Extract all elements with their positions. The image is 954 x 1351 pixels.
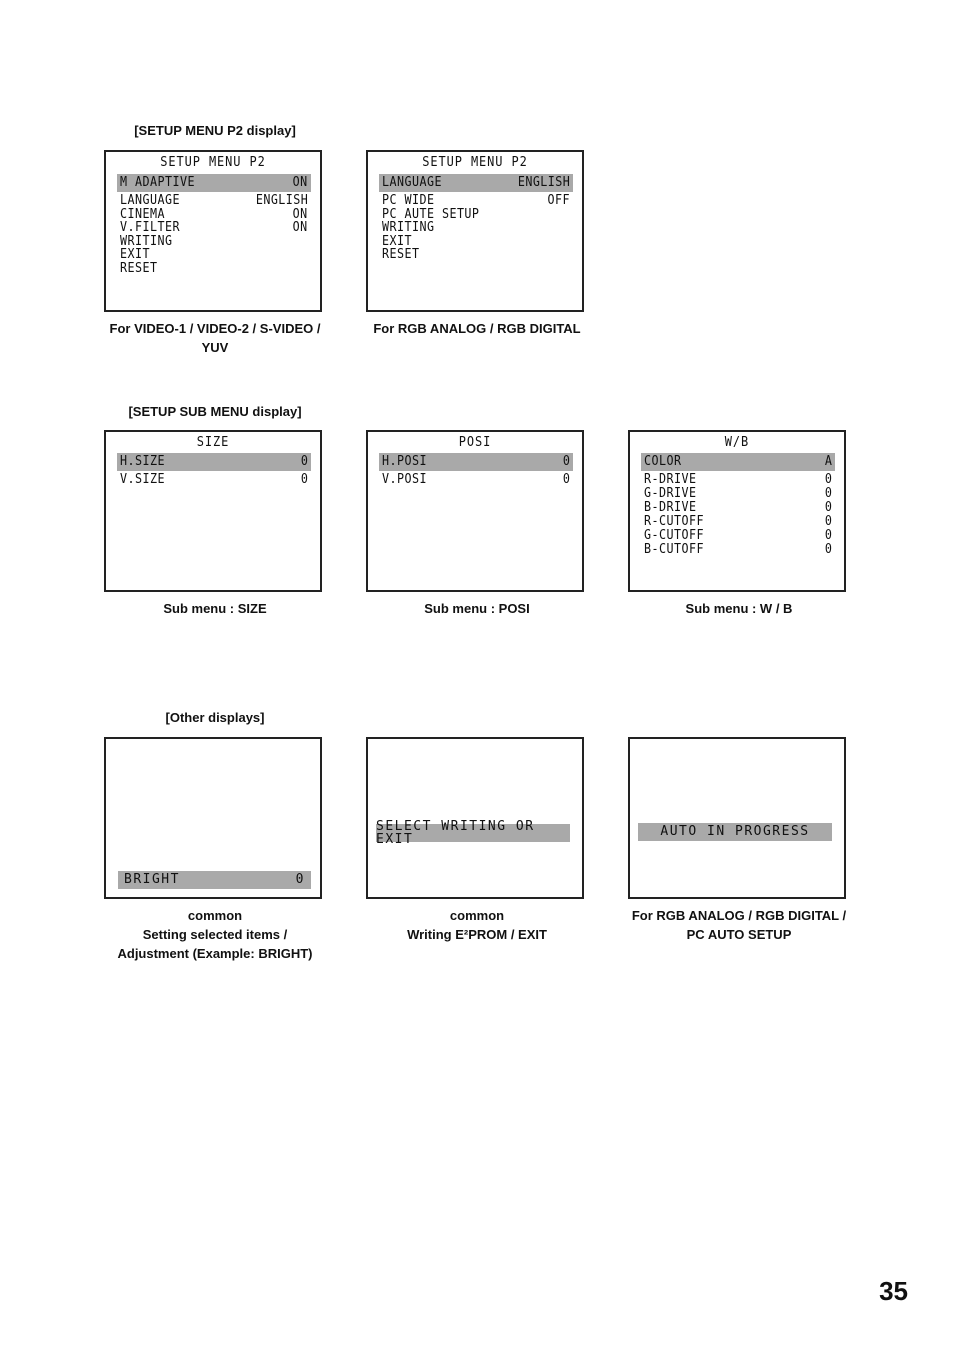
row-label: G-DRIVE <box>644 486 697 501</box>
row-value: 0 <box>300 472 308 487</box>
caption-line: PC AUTO SETUP <box>686 927 792 942</box>
menu-row-b-drive[interactable]: B-DRIVE 0 <box>641 501 835 515</box>
menu-row-r-cutoff[interactable]: R-CUTOFF 0 <box>641 515 835 529</box>
row-label: COLOR <box>644 454 682 470</box>
caption-line: For RGB ANALOG / RGB DIGITAL / <box>631 908 847 923</box>
row-label: B-DRIVE <box>644 500 697 515</box>
screen-title: W/B <box>724 435 750 450</box>
row-value: 0 <box>824 472 832 487</box>
row-label: H.SIZE <box>120 454 165 470</box>
message-bar-auto-progress: AUTO IN PROGRESS <box>638 823 832 841</box>
row-value: A <box>824 454 832 470</box>
osd-screen-video-setup-menu: SETUP MENU P2 M ADAPTIVE ON LANGUAGE ENGLI… <box>104 150 322 312</box>
caption-posi: Sub menu : POSI <box>352 599 602 618</box>
row-label: V.POSI <box>382 472 427 487</box>
row-label: R-DRIVE <box>644 472 697 487</box>
caption-line: Sub menu : W / B <box>685 601 793 616</box>
message-text: SELECT WRITING OR EXIT <box>376 818 535 847</box>
osd-screen-white-balance: W/B COLOR A R-DRIVE 0 G-DRIVE 0 B-DRIVE 0 R-… <box>628 430 846 592</box>
caption-line: YUV <box>201 340 229 355</box>
adjust-label: BRIGHT <box>124 872 180 888</box>
row-value: 0 <box>824 528 832 543</box>
row-value: ON <box>293 220 308 235</box>
row-value: 0 <box>562 454 570 470</box>
caption-writing: common Writing E²PROM / EXIT <box>352 906 602 944</box>
menu-row-g-drive[interactable]: G-DRIVE 0 <box>641 487 835 501</box>
row-label: V.SIZE <box>120 472 165 487</box>
menu-row-reset[interactable]: RESET <box>379 248 573 262</box>
caption-line: Writing E²PROM / EXIT <box>407 927 547 942</box>
menu-row-v-size[interactable]: V.SIZE 0 <box>117 473 311 487</box>
caption-bright: common Setting selected items / Adjustme… <box>90 906 340 963</box>
screen-title: SIZE <box>196 435 230 450</box>
row-value: ON <box>293 175 308 191</box>
caption-line: Sub menu : POSI <box>424 601 530 616</box>
caption-line: common <box>449 908 505 923</box>
osd-screen-auto-progress: AUTO IN PROGRESS <box>628 737 846 899</box>
menu-row-m-adaptive[interactable]: M ADAPTIVE ON <box>117 174 311 192</box>
screen-title: SETUP MENU P2 <box>422 155 528 170</box>
adjust-bar-bright[interactable]: BRIGHT 0 <box>118 871 311 889</box>
row-label: R-CUTOFF <box>644 514 704 529</box>
row-label: H.POSI <box>382 454 427 470</box>
menu-row-g-cutoff[interactable]: G-CUTOFF 0 <box>641 529 835 543</box>
caption-rgb: For RGB ANALOG / RGB DIGITAL <box>352 319 602 338</box>
menu-row-reset[interactable]: RESET <box>117 260 311 276</box>
row-value: 0 <box>300 454 308 470</box>
osd-screen-size: SIZE H.SIZE 0 V.SIZE 0 <box>104 430 322 592</box>
caption-line: For RGB ANALOG / RGB DIGITAL <box>373 321 581 336</box>
section-title-setup-sub-menu: [SETUP SUB MENU display] <box>128 404 302 419</box>
row-label: G-CUTOFF <box>644 528 704 543</box>
caption-line: For VIDEO-1 / VIDEO-2 / S-VIDEO / <box>109 321 321 336</box>
row-label: RESET <box>120 260 158 276</box>
page-number: 35 <box>879 1276 908 1306</box>
osd-screen-writing-exit: SELECT WRITING OR EXIT <box>366 737 584 899</box>
menu-row-color[interactable]: COLOR A <box>641 453 835 471</box>
caption-line: Sub menu : SIZE <box>163 601 267 616</box>
adjust-value: 0 <box>295 872 305 888</box>
row-value: ENGLISH <box>517 175 570 191</box>
section-title-other-displays: [Other displays] <box>165 710 265 725</box>
row-value: OFF <box>547 193 570 208</box>
osd-screen-rgb-setup-menu: SETUP MENU P2 LANGUAGE ENGLISH PC WIDE OFF… <box>366 150 584 312</box>
caption-size: Sub menu : SIZE <box>90 599 340 618</box>
menu-row-v-posi[interactable]: V.POSI 0 <box>379 473 573 487</box>
section-title-setup-menu-p2: [SETUP MENU P2 display] <box>134 123 296 138</box>
osd-screen-bright-adjust: BRIGHT 0 <box>104 737 322 899</box>
message-text: AUTO IN PROGRESS <box>660 824 810 840</box>
menu-row-r-drive[interactable]: R-DRIVE 0 <box>641 473 835 487</box>
row-value: 0 <box>824 514 832 529</box>
caption-line: Setting selected items / <box>142 927 288 942</box>
row-value: 0 <box>824 486 832 501</box>
caption-white-balance: Sub menu : W / B <box>614 599 864 618</box>
row-label: LANGUAGE <box>382 175 442 191</box>
message-bar-select-writing: SELECT WRITING OR EXIT <box>376 819 570 846</box>
row-label: B-CUTOFF <box>644 542 704 557</box>
screen-title: SETUP MENU P2 <box>160 155 266 170</box>
menu-row-h-size[interactable]: H.SIZE 0 <box>117 453 311 471</box>
osd-screen-posi: POSI H.POSI 0 V.POSI 0 <box>366 430 584 592</box>
caption-auto: For RGB ANALOG / RGB DIGITAL / PC AUTO S… <box>614 906 864 944</box>
row-label: M ADAPTIVE <box>120 175 195 191</box>
caption-video: For VIDEO-1 / VIDEO-2 / S-VIDEO / YUV <box>90 319 340 357</box>
menu-row-language[interactable]: LANGUAGE ENGLISH <box>379 174 573 192</box>
row-value: 0 <box>824 500 832 515</box>
screen-title: POSI <box>458 435 492 450</box>
caption-line: common <box>187 908 243 923</box>
menu-row-h-posi[interactable]: H.POSI 0 <box>379 453 573 471</box>
row-label: RESET <box>382 247 420 262</box>
row-value: 0 <box>824 542 832 557</box>
menu-row-b-cutoff[interactable]: B-CUTOFF 0 <box>641 543 835 557</box>
row-value: 0 <box>562 472 570 487</box>
caption-line: Adjustment (Example: BRIGHT) <box>117 946 313 961</box>
